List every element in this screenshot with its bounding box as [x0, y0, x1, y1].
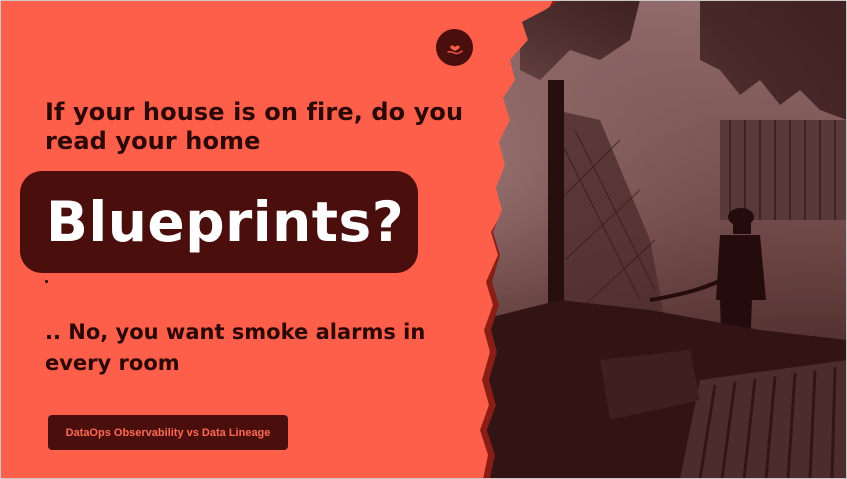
slide: If your house is on fire, do you read yo… [0, 0, 847, 479]
slide-answer: .. No, you want smoke alarms in every ro… [45, 320, 426, 375]
heart-in-hand-icon [436, 29, 473, 66]
highlight-word: Blueprints? [46, 190, 405, 254]
topic-tag: DataOps Observability vs Data Lineage [48, 415, 288, 450]
highlight-box: Blueprints? [20, 171, 418, 273]
separator-dot [45, 280, 48, 283]
slide-heading: If your house is on fire, do you read yo… [45, 98, 464, 155]
